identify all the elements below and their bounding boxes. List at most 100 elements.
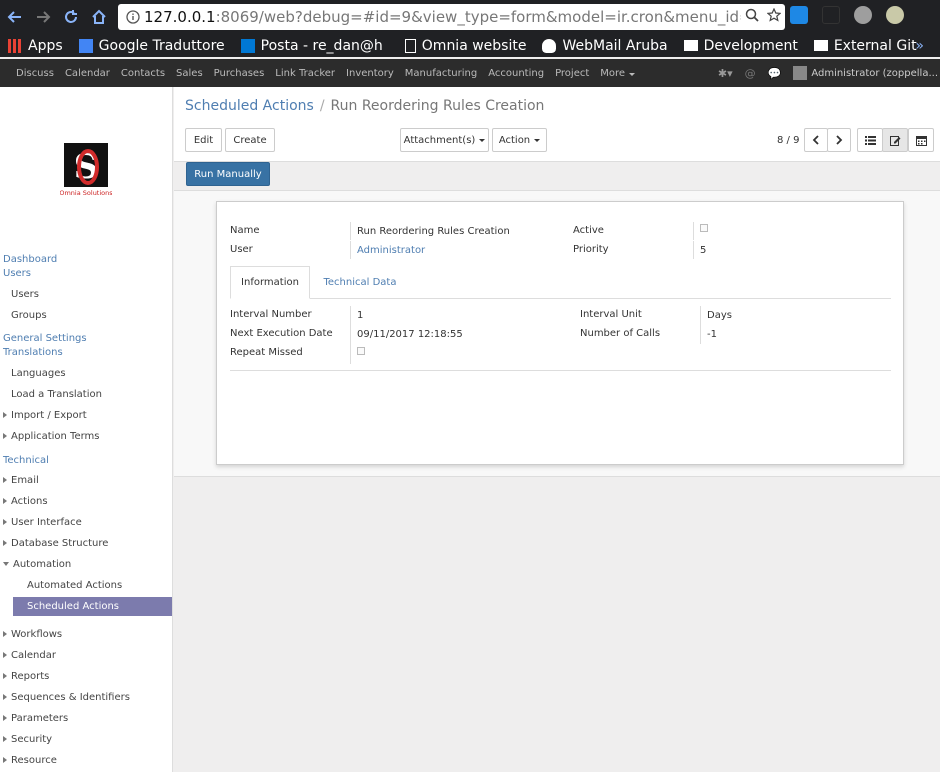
list-view-button[interactable]	[857, 128, 883, 152]
form-sheet: Name Run Reordering Rules Creation User …	[216, 201, 904, 465]
pen-extension-icon[interactable]	[822, 6, 840, 24]
repeat-missed-checkbox[interactable]	[357, 347, 365, 355]
menu-accounting[interactable]: Accounting	[488, 68, 544, 79]
bookmark-external-git[interactable]: External Git	[813, 38, 917, 54]
menu-sales[interactable]: Sales	[176, 68, 203, 79]
bookmark-posta[interactable]: Posta - re_dan@h	[240, 38, 383, 54]
run-manually-button[interactable]: Run Manually	[186, 162, 270, 186]
user-profile-icon[interactable]	[886, 6, 904, 24]
edit-button[interactable]: Edit	[185, 128, 222, 152]
google-translate-icon	[78, 38, 93, 53]
sidebar-item-automation[interactable]: Automation	[3, 559, 71, 570]
sidebar-item-users[interactable]: Users	[11, 289, 39, 300]
sidebar-item-import-export[interactable]: Import / Export	[3, 410, 87, 421]
sidebar: S Omnia Solutions Dashboard Users Users …	[0, 87, 173, 772]
sidebar-item-actions[interactable]: Actions	[3, 496, 48, 507]
bookmark-google-traduttore[interactable]: Google Traduttore	[78, 37, 225, 54]
sidebar-item-application-terms[interactable]: Application Terms	[3, 431, 100, 442]
sidebar-item-automated-actions[interactable]: Automated Actions	[27, 580, 122, 591]
user-menu[interactable]: Administrator (zoppella...	[793, 66, 938, 80]
sidebar-item-general-settings[interactable]: General Settings	[3, 333, 87, 344]
sidebar-item-load-translation[interactable]: Load a Translation	[11, 389, 102, 400]
tab-technical-data[interactable]: Technical Data	[310, 266, 410, 299]
sidebar-item-dashboard[interactable]: Dashboard	[3, 254, 57, 265]
menu-calendar[interactable]: Calendar	[65, 68, 110, 79]
zoom-icon[interactable]	[745, 8, 759, 26]
pager-next-button[interactable]	[827, 128, 851, 152]
chevron-right-icon	[3, 540, 7, 546]
menu-inventory[interactable]: Inventory	[346, 68, 394, 79]
breadcrumb-current: Run Reordering Rules Creation	[330, 98, 545, 114]
sidebar-item-user-interface[interactable]: User Interface	[3, 517, 82, 528]
more-bookmarks-icon[interactable]: »	[915, 38, 924, 54]
bookmark-star-icon[interactable]	[766, 7, 782, 26]
sidebar-item-label: Application Terms	[11, 431, 100, 442]
page-icon	[404, 38, 416, 53]
sidebar-item-parameters[interactable]: Parameters	[3, 713, 68, 724]
activity-icon[interactable]: @	[745, 67, 756, 80]
reload-icon[interactable]	[58, 4, 84, 30]
menu-link-tracker[interactable]: Link Tracker	[275, 68, 335, 79]
skype-extension-icon[interactable]	[790, 6, 808, 24]
url-path: :8069/web?debug=#id=9&view_type=form&mod…	[215, 8, 781, 26]
tab-information[interactable]: Information	[230, 266, 310, 299]
sidebar-item-label: Sequences & Identifiers	[11, 692, 130, 703]
menu-project[interactable]: Project	[555, 68, 589, 79]
bookmarks-bar: Apps Google Traduttore Posta - re_dan@h …	[0, 34, 940, 57]
webmail-icon	[542, 38, 557, 53]
bookmark-development[interactable]: Development	[683, 37, 798, 54]
outlook-icon	[240, 38, 255, 53]
top-menu-right: ✱▾ @ 💬 Administrator (zoppella...	[718, 59, 940, 87]
sidebar-item-groups[interactable]: Groups	[11, 310, 47, 321]
grey-extension-icon[interactable]	[854, 6, 872, 24]
breadcrumb-separator: /	[319, 98, 325, 114]
info-icon[interactable]	[122, 4, 144, 30]
menu-contacts[interactable]: Contacts	[121, 68, 165, 79]
sidebar-category-technical[interactable]: Technical	[3, 455, 49, 466]
attachments-dropdown[interactable]: Attachment(s)	[400, 128, 489, 152]
calendar-icon	[915, 135, 927, 146]
breadcrumb-parent[interactable]: Scheduled Actions	[185, 98, 314, 114]
home-icon[interactable]	[86, 4, 112, 30]
pager-previous-button[interactable]	[804, 128, 828, 152]
bookmark-webmail-aruba[interactable]: WebMail Aruba	[542, 37, 668, 54]
menu-manufacturing[interactable]: Manufacturing	[405, 68, 477, 79]
action-dropdown[interactable]: Action	[492, 128, 547, 152]
bookmark-label: Development	[703, 37, 798, 54]
sidebar-item-scheduled-actions[interactable]: Scheduled Actions	[13, 597, 172, 616]
bookmark-label: Google Traduttore	[98, 37, 225, 54]
menu-purchases[interactable]: Purchases	[214, 68, 265, 79]
sidebar-item-database-structure[interactable]: Database Structure	[3, 538, 108, 549]
back-arrow-icon[interactable]	[2, 4, 28, 30]
chevron-right-icon	[3, 519, 7, 525]
bookmark-apps[interactable]: Apps	[8, 38, 63, 54]
sidebar-item-label: Database Structure	[11, 538, 109, 549]
sidebar-item-languages[interactable]: Languages	[11, 368, 66, 379]
sidebar-category-translations[interactable]: Translations	[3, 347, 63, 358]
menu-discuss[interactable]: Discuss	[16, 68, 54, 79]
sidebar-item-workflows[interactable]: Workflows	[3, 629, 62, 640]
sidebar-item-sequences[interactable]: Sequences & Identifiers	[3, 692, 130, 703]
interval-number-label: Interval Number	[230, 309, 312, 320]
user-field-link[interactable]: Administrator	[357, 245, 425, 256]
menu-more[interactable]: More	[600, 68, 636, 79]
active-checkbox[interactable]	[700, 224, 708, 232]
sidebar-item-reports[interactable]: Reports	[3, 671, 49, 682]
divider	[350, 241, 351, 259]
bookmark-omnia-website[interactable]: Omnia website	[404, 38, 526, 54]
sidebar-item-email[interactable]: Email	[3, 475, 39, 486]
user-label: User	[230, 244, 253, 255]
forward-arrow-icon[interactable]	[30, 4, 56, 30]
chat-icon[interactable]: 💬	[768, 67, 782, 80]
bookmark-label: WebMail Aruba	[562, 37, 668, 54]
sidebar-item-resource[interactable]: Resource	[3, 755, 57, 766]
address-bar[interactable]: 127.0.0.1:8069/web?debug=#id=9&view_type…	[118, 4, 785, 30]
bug-icon[interactable]: ✱▾	[718, 67, 733, 80]
sidebar-item-calendar[interactable]: Calendar	[3, 650, 56, 661]
calendar-view-button[interactable]	[908, 128, 934, 152]
sidebar-item-security[interactable]: Security	[3, 734, 52, 745]
edit-form-icon	[889, 135, 900, 146]
sidebar-category-users[interactable]: Users	[3, 268, 31, 279]
form-view-button[interactable]	[882, 128, 908, 152]
create-button[interactable]: Create	[225, 128, 275, 152]
